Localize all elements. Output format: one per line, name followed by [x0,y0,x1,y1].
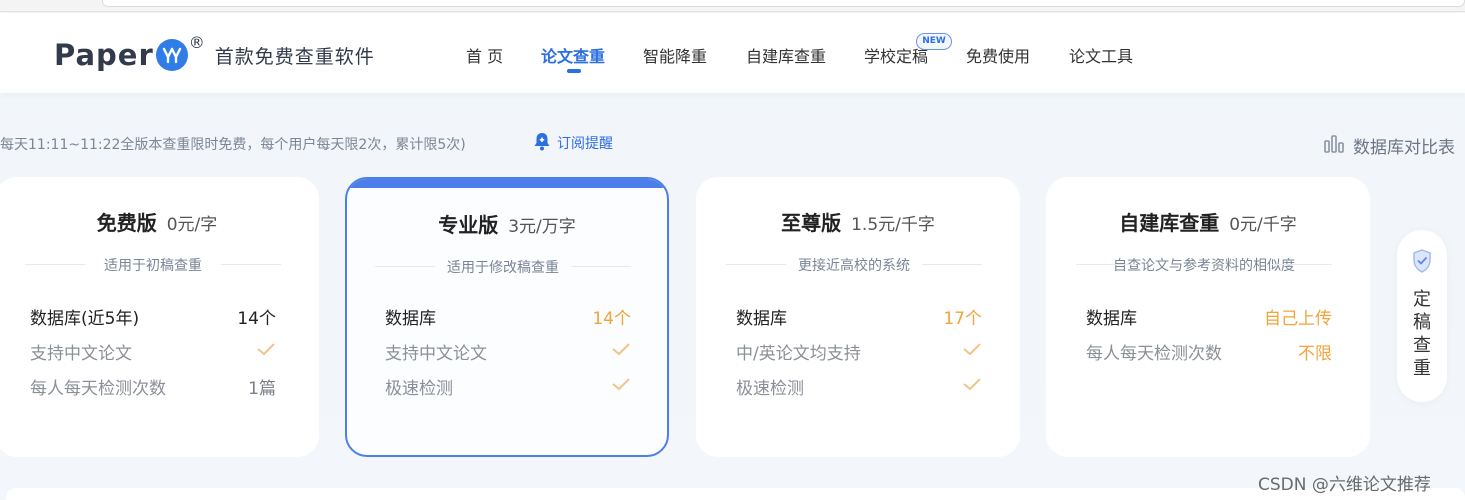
plan-feature-row: 数据库 自己上传 [1086,304,1332,329]
plan-feature-row: 每人每天检测次数 不限 [1086,339,1332,364]
feature-label: 数据库(近5年) [30,308,140,329]
feature-label: 支持中文论文 [385,343,487,364]
compare-label: 数据库对比表 [1353,138,1455,158]
side-char: 查 [1413,335,1431,356]
shield-check-icon [1411,248,1433,278]
plan-feature-row: 数据库 17个 [736,304,982,329]
registered-mark: ® [188,33,205,52]
feature-label: 数据库 [1086,308,1137,329]
check-icon [611,341,631,361]
plan-feature-row: 中/英论文均支持 [736,339,982,364]
nav-item-free-use[interactable]: 免费使用 [966,43,1030,67]
logo-wordmark: Paper [54,38,154,72]
feature-value: 14个 [592,308,631,329]
feature-label: 极速检测 [385,378,453,399]
plan-price: 3元/万字 [508,217,576,237]
plan-title: 专业版 3元/万字 [347,209,667,238]
selected-indicator-bar [347,179,667,188]
side-char: 重 [1413,358,1431,379]
plan-price: 0元/千字 [1229,215,1297,235]
plan-price: 0元/字 [166,215,218,235]
plan-title: 免费版 0元/字 [0,207,319,236]
feature-label: 每人每天检测次数 [30,378,166,399]
logo-slogan: 首款免费查重软件 [214,45,375,68]
feature-label: 极速检测 [736,378,804,399]
plan-subtitle: 更接近高校的系统 [726,255,982,275]
feature-label: 数据库 [736,308,787,329]
nav-item-custom-db-check[interactable]: 自建库查重 [746,43,826,67]
nav-item-tools[interactable]: 论文工具 [1069,43,1133,67]
plan-card-free[interactable]: 免费版 0元/字 适用于初稿查重 数据库(近5年) 14个 支持中文论文 每人每天… [0,177,319,457]
feature-label: 数据库 [385,308,436,329]
side-button-label: 定 稿 查 重 [1397,288,1447,380]
database-compare-link[interactable]: 数据库对比表 [1323,133,1455,158]
nav-active-indicator [567,69,581,73]
logo[interactable]: Paper ® 首款免费查重软件 [54,33,375,73]
plan-feature-row: 数据库(近5年) 14个 [30,304,276,329]
feature-value: 不限 [1298,343,1332,364]
check-icon [256,341,276,361]
promo-notice: 每天11:11~11:22全版本查重限时免费，每个用户每天限2次，累计限5次) [0,137,466,153]
side-char: 定 [1413,289,1431,310]
plan-feature-row: 极速检测 [736,374,982,399]
plan-subtitle: 自查论文与参考资料的相似度 [1076,255,1332,275]
plan-card-supreme[interactable]: 至尊版 1.5元/千字 更接近高校的系统 数据库 17个 中/英论文均支持 极速检… [696,177,1020,457]
subscribe-button[interactable]: 订阅提醒 [533,131,613,155]
check-icon [962,341,982,361]
check-icon [962,376,982,396]
plan-title: 至尊版 1.5元/千字 [696,207,1020,236]
bar-chart-icon [1323,133,1345,158]
content-panel-edge [6,488,1465,500]
side-char: 稿 [1413,312,1431,333]
nav-item-paper-check[interactable]: 论文查重 [541,43,605,67]
plan-price: 1.5元/千字 [851,215,935,235]
nav-item-home[interactable]: 首 页 [466,43,503,67]
plan-name: 自建库查重 [1119,211,1220,235]
bell-icon [533,131,551,155]
subscribe-label: 订阅提醒 [557,136,613,152]
feature-label: 每人每天检测次数 [1086,343,1222,364]
plan-subtitle: 适用于修改稿查重 [375,257,631,277]
plan-subtitle: 适用于初稿查重 [25,255,281,275]
logo-badge-icon [155,39,188,71]
plan-name: 免费版 [96,211,157,235]
feature-value: 自己上传 [1264,308,1332,329]
new-badge: NEW [916,33,952,50]
feature-value: 17个 [943,308,982,329]
feature-value: 1篇 [248,378,276,399]
feature-label: 支持中文论文 [30,343,132,364]
plan-feature-row: 数据库 14个 [385,304,631,329]
plan-title: 自建库查重 0元/千字 [1046,207,1370,236]
plan-feature-row: 支持中文论文 [30,339,276,364]
browser-tab-fragment [102,0,1465,7]
plan-name: 至尊版 [781,211,842,235]
watermark: CSDN @六维论文推荐 [1258,475,1431,495]
plan-feature-row: 极速检测 [385,374,631,399]
site-header: Paper ® 首款免费查重软件 首 页 论文查重 智能降重 自建库查重 学校定… [0,13,1465,93]
feature-value: 14个 [237,308,276,329]
plan-card-pro[interactable]: 专业版 3元/万字 适用于修改稿查重 数据库 14个 支持中文论文 极速检测 [345,177,669,457]
feature-label: 中/英论文均支持 [736,343,861,364]
final-check-side-button[interactable]: 定 稿 查 重 [1397,230,1447,402]
plan-card-custom-db[interactable]: 自建库查重 0元/千字 自查论文与参考资料的相似度 数据库 自己上传 每人每天检测… [1046,177,1370,457]
plan-feature-row: 支持中文论文 [385,339,631,364]
check-icon [611,376,631,396]
nav-item-smart-rewrite[interactable]: 智能降重 [643,43,707,67]
plan-name: 专业版 [438,213,499,237]
browser-tab-strip [0,0,1465,12]
plan-feature-row: 每人每天检测次数 1篇 [30,374,276,399]
